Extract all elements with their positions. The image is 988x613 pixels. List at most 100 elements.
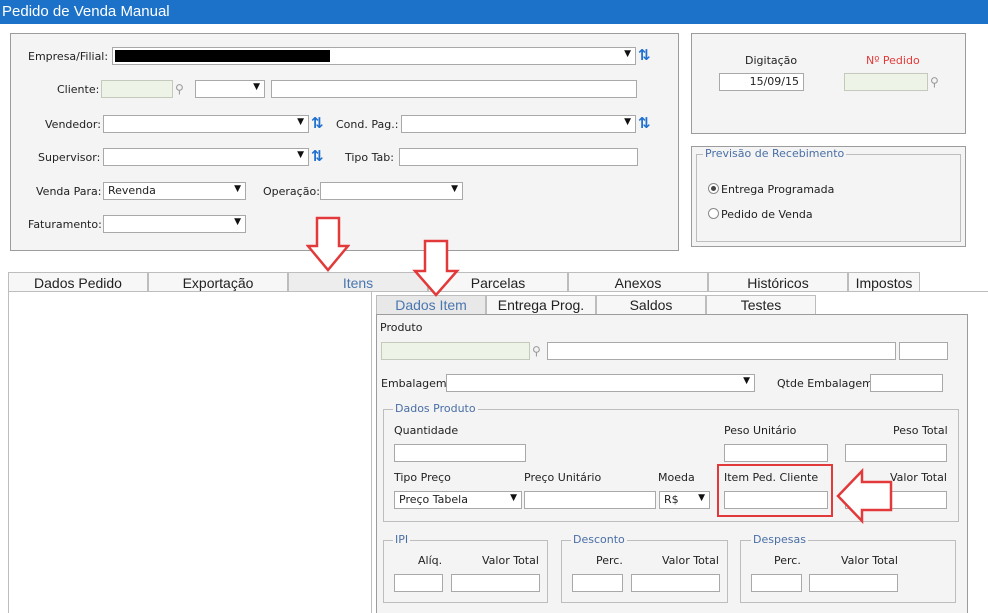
produto-code-input[interactable] <box>381 342 530 360</box>
quantidade-label: Quantidade <box>394 424 459 437</box>
dropdown-arrow-icon: ▼ <box>743 376 750 386</box>
tab-anexos[interactable]: Anexos <box>568 272 708 292</box>
moeda-select[interactable]: R$ ▼ <box>659 491 710 509</box>
vendedor-select[interactable]: ▼ <box>103 115 309 133</box>
moeda-label: Moeda <box>658 471 695 484</box>
ipi-valor-total-input[interactable] <box>451 574 540 592</box>
subtab-entrega-prog[interactable]: Entrega Prog. <box>486 295 596 314</box>
pedido-input[interactable] <box>844 73 928 91</box>
subtab-saldos[interactable]: Saldos <box>596 295 706 314</box>
dropdown-arrow-icon: ▼ <box>297 150 304 160</box>
ipi-valor-total-label: Valor Total <box>482 554 539 567</box>
despesas-perc-label: Perc. <box>774 554 801 567</box>
subtab-dados-item[interactable]: Dados Item <box>376 295 486 314</box>
items-list-panel <box>8 292 372 613</box>
dropdown-arrow-icon: ▼ <box>624 49 631 59</box>
empresa-select[interactable]: ▼ <box>112 47 636 65</box>
tab-itens[interactable]: Itens <box>288 272 428 292</box>
qtde-embalagem-label: Qtde Embalagem <box>777 377 873 390</box>
previsao-fieldset <box>696 154 961 242</box>
radio-pedido-venda[interactable] <box>708 208 719 219</box>
previsao-legend: Previsão de Recebimento <box>703 147 847 160</box>
operacao-select[interactable]: ▼ <box>320 182 463 200</box>
desconto-fieldset <box>561 540 728 603</box>
refresh-icon[interactable]: ⇅ <box>311 115 325 131</box>
produto-label: Produto <box>380 321 423 334</box>
peso-total-label: Peso Total <box>893 424 948 437</box>
qtde-embalagem-input[interactable] <box>870 374 943 392</box>
despesas-perc-input[interactable] <box>751 574 802 592</box>
refresh-icon[interactable]: ⇅ <box>311 148 325 164</box>
empresa-label: Empresa/Filial: <box>28 50 109 63</box>
valor-total-label: Valor Total <box>890 471 947 484</box>
ipi-fieldset <box>383 540 548 603</box>
window-title: Pedido de Venda Manual <box>0 0 988 24</box>
magnifier-icon[interactable]: ⚲ <box>175 82 189 96</box>
refresh-icon[interactable]: ⇅ <box>638 47 652 63</box>
quantidade-input[interactable] <box>394 444 526 462</box>
dropdown-arrow-icon: ▼ <box>234 184 241 194</box>
magnifier-icon[interactable]: ⚲ <box>930 75 944 89</box>
despesas-legend: Despesas <box>751 533 808 546</box>
embalagem-select[interactable]: ▼ <box>446 374 755 392</box>
cliente-code-input[interactable] <box>101 80 173 98</box>
redacted-block <box>115 50 330 62</box>
subtab-testes[interactable]: Testes <box>706 295 816 314</box>
peso-total-input[interactable] <box>845 444 947 462</box>
venda-para-label: Venda Para: <box>36 185 102 198</box>
tipo-tab-label: Tipo Tab: <box>345 151 394 164</box>
pedido-label: Nº Pedido <box>866 54 920 67</box>
despesas-fieldset <box>740 540 956 603</box>
peso-unitario-label: Peso Unitário <box>724 424 797 437</box>
ipi-aliq-input[interactable] <box>394 574 443 592</box>
operacao-label: Operação: <box>263 185 320 198</box>
digitacao-label: Digitação <box>745 54 798 67</box>
embalagem-label: Embalagem <box>381 377 447 390</box>
cond-pag-select[interactable]: ▼ <box>401 115 636 133</box>
left-arrow-annotation <box>836 468 893 524</box>
supervisor-select[interactable]: ▼ <box>103 148 309 166</box>
supervisor-label: Supervisor: <box>38 151 101 164</box>
dropdown-arrow-icon: ▼ <box>451 184 458 194</box>
desconto-perc-input[interactable] <box>572 574 623 592</box>
produto-name-input[interactable] <box>547 342 896 360</box>
venda-para-select[interactable]: Revenda ▼ <box>103 182 246 200</box>
cliente-name-input[interactable] <box>271 80 637 98</box>
tab-historicos[interactable]: Históricos <box>708 272 848 292</box>
tab-exportacao[interactable]: Exportação <box>148 272 288 292</box>
dropdown-arrow-icon: ▼ <box>253 82 260 92</box>
pedido-venda-label: Pedido de Venda <box>721 208 813 221</box>
preco-unitario-input[interactable] <box>524 491 656 509</box>
despesas-valor-total-input[interactable] <box>809 574 898 592</box>
preco-unitario-label: Preço Unitário <box>524 471 602 484</box>
item-ped-cliente-label: Item Ped. Cliente <box>724 471 819 484</box>
vendedor-label: Vendedor: <box>45 118 101 131</box>
desconto-valor-total-label: Valor Total <box>662 554 719 567</box>
dados-produto-legend: Dados Produto <box>393 402 478 415</box>
despesas-valor-total-label: Valor Total <box>841 554 898 567</box>
tab-impostos[interactable]: Impostos <box>848 272 920 292</box>
digitacao-input[interactable]: 15/09/15 <box>719 73 804 91</box>
moeda-value: R$ <box>664 493 679 506</box>
dropdown-arrow-icon: ▼ <box>297 117 304 127</box>
venda-para-value: Revenda <box>108 184 156 197</box>
peso-unitario-input[interactable] <box>724 444 828 462</box>
down-arrow-annotation <box>306 216 350 272</box>
tipo-preco-label: Tipo Preço <box>394 471 451 484</box>
refresh-icon[interactable]: ⇅ <box>638 115 652 131</box>
magnifier-icon[interactable]: ⚲ <box>532 344 546 358</box>
faturamento-label: Faturamento: <box>28 218 102 231</box>
tipo-tab-input[interactable] <box>399 148 638 166</box>
cond-pag-label: Cond. Pag.: <box>336 118 399 131</box>
faturamento-select[interactable]: ▼ <box>103 215 246 233</box>
desconto-valor-total-input[interactable] <box>631 574 720 592</box>
tab-dados-pedido[interactable]: Dados Pedido <box>8 272 148 292</box>
desconto-perc-label: Perc. <box>596 554 623 567</box>
entrega-programada-label: Entrega Programada <box>721 183 835 196</box>
cliente-type-select[interactable]: ▼ <box>195 80 265 98</box>
radio-entrega-programada[interactable] <box>708 183 719 194</box>
item-ped-cliente-input[interactable] <box>724 491 828 509</box>
cliente-label: Cliente: <box>57 83 100 96</box>
produto-extra-input[interactable] <box>899 342 948 360</box>
tipo-preco-select[interactable]: Preço Tabela ▼ <box>394 491 522 509</box>
